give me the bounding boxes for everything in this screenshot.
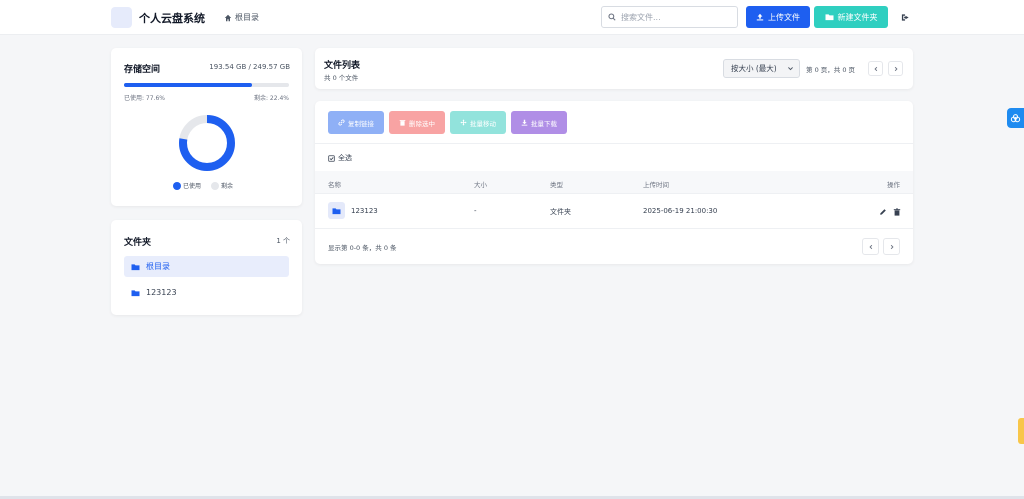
- app-logo: [111, 7, 132, 28]
- storage-card: 存储空间 193.54 GB / 249.57 GB 已使用: 77.6% 剩余…: [111, 48, 302, 206]
- new-folder-label: 新建文件夹: [837, 12, 878, 22]
- column-header-size[interactable]: 大小: [474, 179, 487, 189]
- select-all-checkbox[interactable]: 全选: [328, 153, 352, 163]
- prev-page-button[interactable]: [868, 61, 883, 76]
- download-icon: [521, 119, 528, 126]
- table-footer-info: 显示第 0-0 条，共 0 条: [328, 244, 397, 252]
- file-table-card: 复制链接 删除选中 批量移动 批量下载 全选 名称 大小 类型 上传时间 操作 …: [315, 101, 913, 264]
- folder-item-root[interactable]: 根目录: [124, 256, 289, 277]
- top-header: 个人云盘系统 根目录 上传文件 新建文件夹: [0, 0, 1024, 35]
- copy-link-label: 复制链接: [348, 120, 374, 128]
- legend-used: 已使用: [173, 181, 201, 190]
- column-header-upload-time[interactable]: 上传时间: [643, 179, 669, 189]
- folders-card: 文件夹 1 个 根目录 123123: [111, 220, 302, 315]
- row-name[interactable]: 123123: [351, 207, 378, 215]
- table-prev-page-button[interactable]: [862, 238, 879, 255]
- check-square-icon: [328, 154, 335, 162]
- file-list-header: 文件列表 共 0 个文件 按大小 (最大) 第 0 页，共 0 页: [315, 48, 913, 89]
- table-next-page-button[interactable]: [883, 238, 900, 255]
- home-icon: [224, 14, 232, 21]
- folder-item-label: 根目录: [146, 262, 170, 271]
- copy-link-button[interactable]: 复制链接: [328, 111, 384, 134]
- page-info: 第 0 页，共 0 页: [806, 66, 856, 74]
- delete-selected-label: 删除选中: [409, 120, 435, 128]
- trash-icon: [399, 120, 406, 126]
- folder-icon: [131, 289, 140, 296]
- legend-used-dot: [173, 181, 181, 190]
- row-delete-button[interactable]: [892, 207, 902, 217]
- link-icon: [338, 119, 345, 126]
- row-folder-badge: [328, 202, 345, 219]
- upload-icon: [756, 13, 764, 21]
- storage-used-label: 已使用: 77.6%: [124, 95, 165, 102]
- floating-assistant-button[interactable]: [1007, 108, 1024, 128]
- batch-download-label: 批量下载: [531, 120, 557, 128]
- chevron-left-icon: [873, 66, 877, 71]
- upload-file-label: 上传文件: [768, 12, 800, 22]
- column-header-type[interactable]: 类型: [550, 179, 563, 189]
- legend-free-dot: [211, 181, 220, 190]
- delete-selected-button[interactable]: 删除选中: [389, 111, 445, 134]
- chevron-right-icon: [890, 244, 894, 249]
- chevron-right-icon: [894, 66, 898, 71]
- folder-icon: [332, 207, 341, 214]
- assistant-icon: [1010, 113, 1021, 122]
- file-list-count: 共 0 个文件: [324, 74, 359, 82]
- legend-used-label: 已使用: [183, 183, 202, 190]
- storage-progress-fill: [124, 83, 253, 87]
- select-all-label: 全选: [338, 154, 352, 162]
- upload-file-button[interactable]: 上传文件: [746, 6, 810, 28]
- edit-icon: [880, 209, 886, 215]
- column-header-ops: 操作: [887, 181, 900, 189]
- storage-title: 存储空间: [124, 65, 161, 75]
- folder-item-123123[interactable]: 123123: [124, 282, 289, 303]
- sort-select[interactable]: 按大小 (最大): [723, 59, 800, 78]
- app-title: 个人云盘系统: [139, 12, 205, 25]
- next-page-button[interactable]: [888, 61, 903, 76]
- folders-count: 1 个: [276, 237, 290, 245]
- chevron-left-icon: [868, 244, 872, 249]
- storage-free-label: 剩余: 22.4%: [254, 95, 289, 102]
- logout-button[interactable]: [899, 11, 911, 23]
- folder-icon: [131, 263, 140, 270]
- batch-move-label: 批量移动: [470, 120, 496, 128]
- table-header-row: [315, 171, 913, 193]
- folders-title: 文件夹: [124, 238, 152, 248]
- legend-free: 剩余: [211, 181, 233, 190]
- logout-icon: [901, 13, 909, 21]
- toolbar-divider: [315, 143, 913, 144]
- side-drawer-tab[interactable]: [1018, 418, 1024, 444]
- sort-select-value: 按大小 (最大): [731, 64, 777, 73]
- file-list-title: 文件列表: [324, 61, 361, 71]
- search-input[interactable]: [621, 12, 731, 22]
- chevron-down-icon: [788, 67, 793, 71]
- new-folder-button[interactable]: 新建文件夹: [814, 6, 888, 28]
- storage-amount: 193.54 GB / 249.57 GB: [209, 63, 290, 71]
- header-divider: [315, 193, 913, 194]
- move-icon: [460, 119, 467, 126]
- search-box[interactable]: [601, 6, 738, 28]
- storage-legend: 已使用 剩余: [173, 181, 233, 190]
- column-header-name[interactable]: 名称: [328, 179, 341, 189]
- folder-item-label: 123123: [146, 288, 177, 297]
- breadcrumb[interactable]: 根目录: [224, 12, 259, 23]
- row-type: 文件夹: [550, 208, 571, 216]
- batch-move-button[interactable]: 批量移动: [450, 111, 506, 134]
- row-size: -: [474, 207, 477, 215]
- trash-icon: [893, 208, 901, 216]
- row-divider: [315, 228, 913, 229]
- folder-icon: [825, 14, 833, 21]
- search-icon: [608, 13, 616, 21]
- batch-download-button[interactable]: 批量下载: [511, 111, 567, 134]
- row-edit-button[interactable]: [878, 207, 888, 217]
- breadcrumb-root[interactable]: 根目录: [235, 12, 259, 23]
- storage-donut-chart: [179, 115, 235, 171]
- storage-progress-track: [124, 83, 289, 87]
- legend-free-label: 剩余: [221, 183, 234, 190]
- row-upload-time: 2025-06-19 21:00:30: [643, 207, 718, 215]
